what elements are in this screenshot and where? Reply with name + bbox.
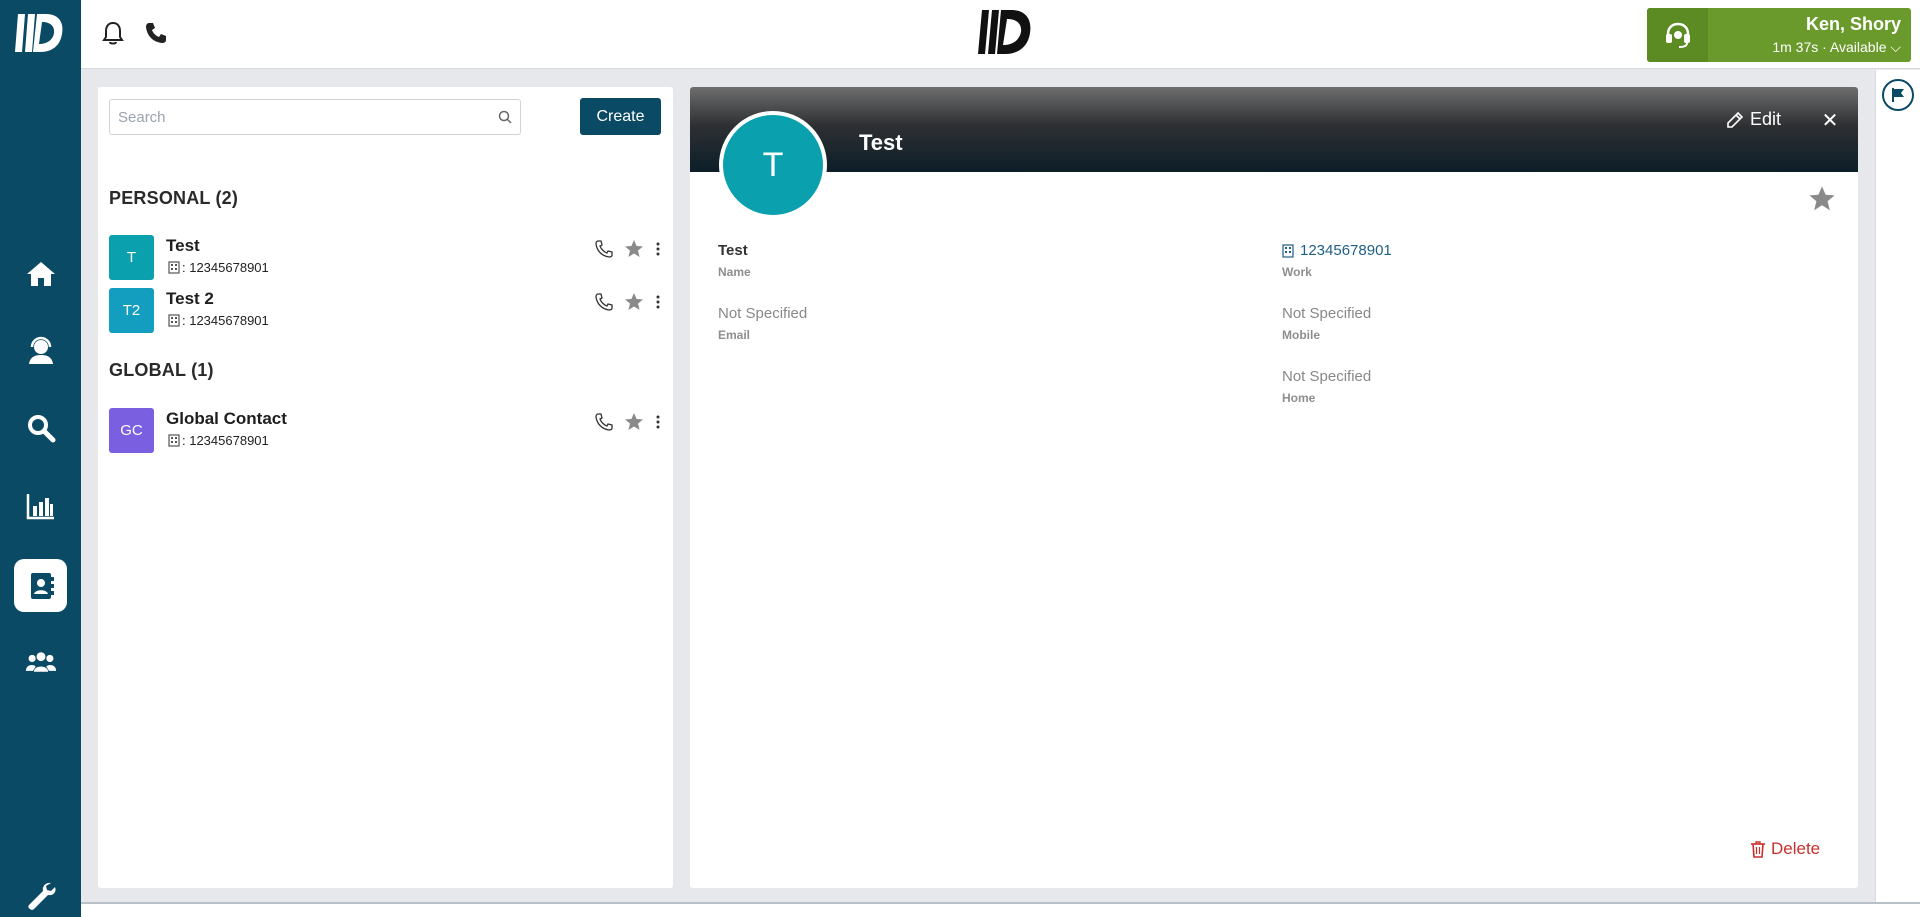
phone-icon [595, 293, 613, 311]
search-icon [27, 414, 55, 442]
top-bar: Ken, Shory 1m 37s · Available ⌵ [81, 0, 1920, 69]
contact-detail-panel: T Test Edit ✕ Test Name Not Specified Em… [690, 87, 1858, 888]
call-contact-button[interactable] [593, 238, 615, 260]
nav-home[interactable] [14, 247, 67, 300]
contact-number: : 12345678901 [168, 260, 269, 275]
home-icon [26, 261, 55, 286]
close-icon: ✕ [1821, 109, 1839, 132]
nav-search[interactable] [14, 401, 67, 454]
star-icon [625, 413, 643, 430]
contact-number: : 12345678901 [168, 313, 269, 328]
kebab-icon [656, 242, 660, 256]
phone-icon [595, 240, 613, 258]
flag-icon [1892, 88, 1904, 102]
search-field [109, 99, 521, 135]
more-options-button[interactable] [653, 238, 663, 260]
wrench-icon [27, 882, 56, 910]
kebab-icon [656, 415, 660, 429]
contact-row-test-2[interactable]: T2 Test 2 : 12345678901 [109, 288, 663, 334]
chart-icon [26, 493, 54, 519]
trash-icon [1751, 841, 1765, 858]
nav-team[interactable] [14, 635, 67, 688]
contact-avatar: T [719, 111, 827, 219]
mobile-field: Not Specified Mobile [1282, 305, 1371, 342]
contacts-list-panel: Create PERSONAL (2) T Test : 12345678901… [98, 87, 673, 888]
address-book-icon [30, 572, 54, 599]
building-icon [168, 434, 180, 447]
avatar: GC [109, 408, 154, 453]
search-input[interactable] [110, 100, 490, 134]
agent-status-menu[interactable]: Ken, Shory 1m 37s · Available ⌵ [1647, 8, 1911, 62]
building-icon [168, 314, 180, 327]
close-button[interactable]: ✕ [1820, 109, 1840, 132]
brand-logo [978, 10, 1031, 54]
name-label: Name [718, 265, 751, 279]
headset-icon [1665, 22, 1690, 48]
bottom-bar [81, 902, 1920, 917]
kebab-icon [656, 295, 660, 309]
contact-name: Global Contact [166, 409, 287, 428]
flag-button[interactable] [1882, 79, 1914, 111]
home-label: Home [1282, 391, 1316, 405]
edit-button[interactable]: Edit [1726, 109, 1781, 130]
app-logo[interactable] [14, 10, 64, 56]
nav-agent[interactable] [14, 324, 67, 377]
users-icon [25, 651, 56, 672]
mobile-value: Not Specified [1282, 305, 1372, 322]
user-name: Ken, Shory [1805, 14, 1901, 34]
global-section-title: GLOBAL (1) [109, 360, 214, 380]
email-value: Not Specified [718, 305, 808, 322]
work-phone-field: 12345678901 Work [1282, 242, 1392, 279]
nav-settings[interactable] [14, 876, 67, 916]
pencil-icon [1727, 111, 1744, 128]
contact-name: Test [166, 236, 200, 255]
agent-icon [28, 336, 53, 364]
call-contact-button[interactable] [593, 291, 615, 313]
mobile-label: Mobile [1282, 328, 1320, 342]
contact-name: Test 2 [166, 289, 214, 308]
more-options-button[interactable] [653, 291, 663, 313]
sidebar [0, 0, 81, 917]
right-toolbar [1875, 70, 1920, 902]
avatar: T [109, 235, 154, 280]
nav-reports[interactable] [14, 479, 67, 532]
favorite-button[interactable] [623, 411, 645, 433]
bell-icon [102, 21, 124, 45]
phone-icon [146, 23, 166, 43]
phone-button[interactable] [141, 18, 171, 48]
contact-number: : 12345678901 [168, 433, 269, 448]
headset-button[interactable] [1647, 8, 1708, 62]
avatar: T2 [109, 288, 154, 333]
nav-contacts[interactable] [14, 559, 67, 612]
star-icon [625, 240, 643, 257]
personal-section-title: PERSONAL (2) [109, 188, 239, 208]
search-icon[interactable] [490, 110, 520, 124]
home-field: Not Specified Home [1282, 368, 1371, 405]
call-contact-button[interactable] [593, 411, 615, 433]
email-label: Email [718, 328, 751, 342]
delete-button[interactable]: Delete [1750, 839, 1820, 859]
star-icon [625, 293, 643, 310]
contact-row-global-contact[interactable]: GC Global Contact : 12345678901 [109, 408, 663, 454]
contact-detail-name: Test [859, 130, 903, 155]
name-field: Test Name [718, 242, 751, 279]
star-icon [1809, 186, 1835, 211]
name-value: Test [718, 242, 748, 259]
favorite-toggle[interactable] [1808, 185, 1836, 213]
favorite-button[interactable] [623, 238, 645, 260]
phone-icon [595, 413, 613, 431]
favorite-button[interactable] [623, 291, 645, 313]
work-label: Work [1282, 265, 1312, 279]
user-status: 1m 37s · Available ⌵ [1772, 39, 1901, 55]
building-icon [1282, 243, 1294, 258]
work-phone-link[interactable]: 12345678901 [1282, 242, 1392, 259]
email-field: Not Specified Email [718, 305, 807, 342]
notifications-button[interactable] [98, 18, 128, 48]
more-options-button[interactable] [653, 411, 663, 433]
home-value: Not Specified [1282, 368, 1372, 385]
contact-row-test[interactable]: T Test : 12345678901 [109, 235, 663, 281]
chevron-down-icon: ⌵ [1890, 39, 1901, 55]
building-icon [168, 261, 180, 274]
create-contact-button[interactable]: Create [580, 98, 661, 135]
